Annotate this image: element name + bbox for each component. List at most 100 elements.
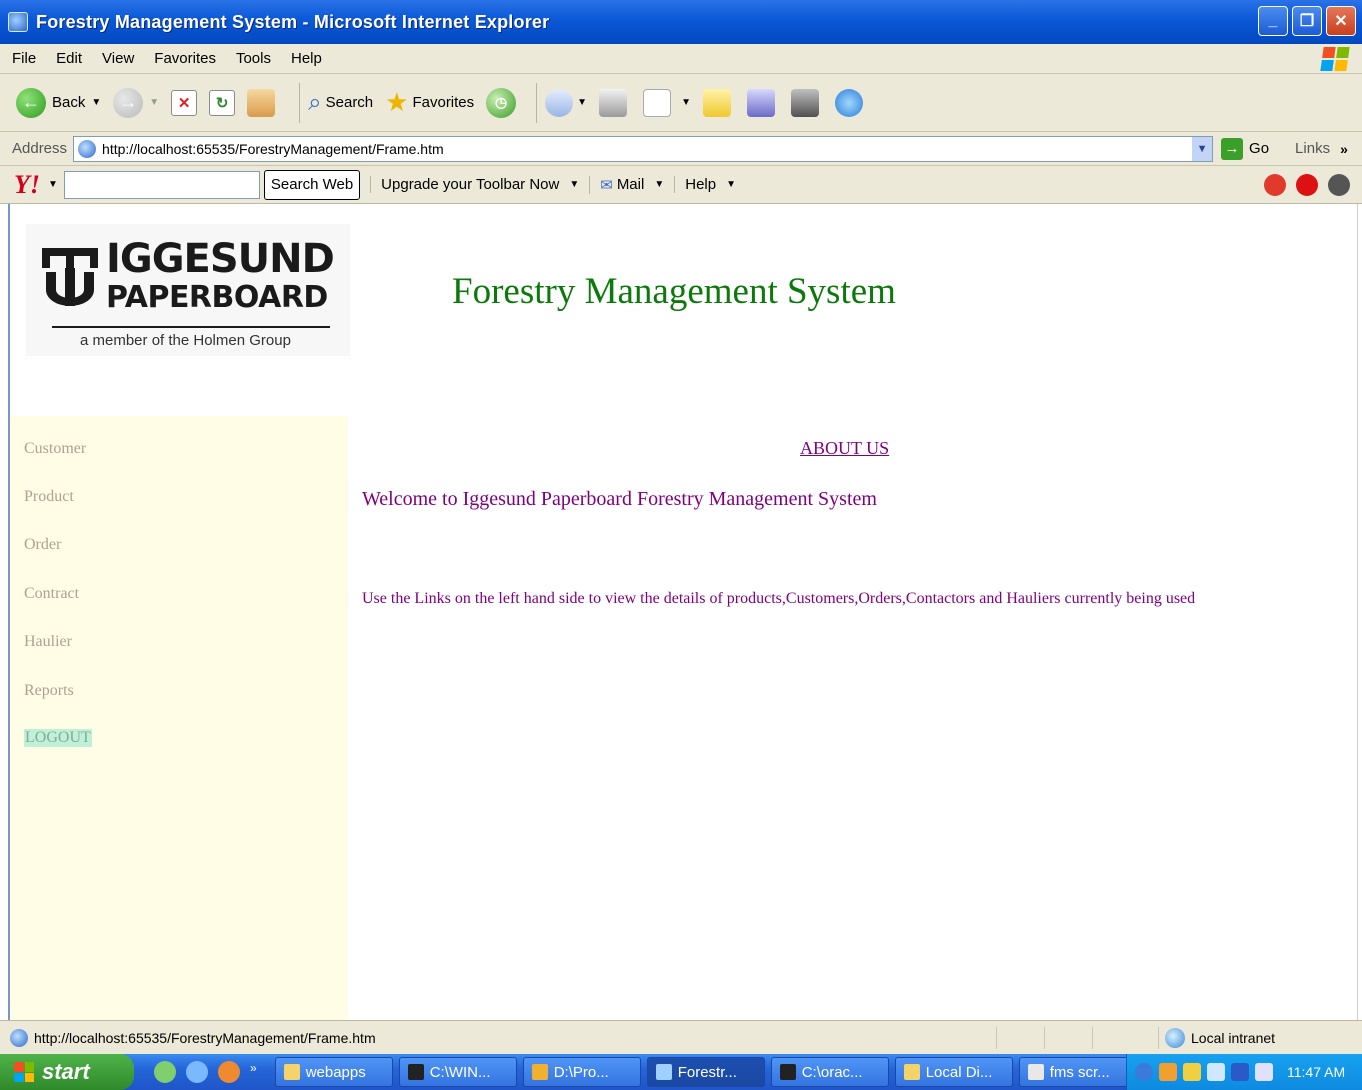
task-label: Forestr...	[677, 1063, 737, 1081]
windows-logo-icon	[14, 1062, 34, 1082]
upgrade-dropdown-icon[interactable]: ▼	[569, 179, 579, 190]
taskbar-item-forestry[interactable]: Forestr...	[646, 1057, 765, 1087]
yahoo-toolbar: Y! ▼ Search Web Upgrade your Toolbar Now…	[0, 166, 1362, 204]
zone-label: Local intranet	[1191, 1030, 1276, 1046]
mail-dropdown-icon[interactable]: ▼	[654, 179, 664, 190]
yahoo-mail-button[interactable]: ✉ Mail ▼	[589, 175, 664, 194]
welcome-message: Welcome to Iggesund Paperboard Forestry …	[362, 488, 877, 510]
yahoo-help-button[interactable]: Help ▼	[674, 176, 736, 193]
windows-flag-icon	[1320, 47, 1350, 71]
nav-product-link[interactable]: Product	[24, 488, 74, 506]
logo-tagline: a member of the Holmen Group	[80, 332, 291, 349]
print-icon	[599, 88, 628, 117]
forward-button[interactable]: → ▼	[113, 87, 159, 118]
mail-dropdown-icon[interactable]: ▼	[577, 97, 587, 108]
edit-dropdown-icon[interactable]: ▼	[681, 97, 691, 108]
close-button[interactable]: ✕	[1326, 6, 1356, 36]
address-label: Address	[12, 140, 68, 157]
go-label: Go	[1249, 140, 1270, 157]
back-button[interactable]: ← Back ▼	[16, 87, 101, 118]
stop-button[interactable]: ✕	[171, 89, 198, 116]
search-web-button[interactable]: Search Web	[263, 169, 361, 200]
back-label: Back	[52, 94, 86, 111]
messenger-icon	[834, 88, 863, 117]
nav-customer-link[interactable]: Customer	[24, 440, 86, 458]
popup-blocker-icon[interactable]	[1264, 174, 1286, 196]
menu-tools[interactable]: Tools	[236, 50, 271, 67]
tray-expand-icon[interactable]	[1135, 1063, 1153, 1081]
nav-reports-link[interactable]: Reports	[24, 682, 74, 700]
menu-help[interactable]: Help	[291, 50, 322, 67]
quicklaunch-more-icon[interactable]: »	[250, 1061, 257, 1083]
browser-viewport: IGGESUND PAPERBOARD a member of the Holm…	[8, 204, 1358, 1020]
research-button[interactable]	[746, 88, 779, 117]
back-dropdown-icon[interactable]: ▼	[91, 97, 101, 108]
address-input[interactable]: http://localhost:65535/ForestryManagemen…	[73, 135, 1214, 162]
tray-network-icon[interactable]	[1207, 1063, 1225, 1081]
favorites-button[interactable]: ★ Favorites	[385, 87, 474, 118]
tray-volume-icon[interactable]	[1255, 1063, 1273, 1081]
quicklaunch-firefox-icon[interactable]	[218, 1061, 240, 1083]
start-button[interactable]: start	[0, 1054, 134, 1090]
go-button[interactable]: → Go	[1221, 137, 1270, 160]
chevron-right-icon[interactable]: »	[1340, 141, 1348, 157]
links-toolbar-button[interactable]: Links	[1295, 140, 1330, 157]
tray-shield-icon[interactable]	[1183, 1063, 1201, 1081]
edit-button[interactable]: ▼	[643, 88, 691, 117]
yahoo-search-input[interactable]	[63, 170, 260, 199]
blocked-icon[interactable]	[1296, 174, 1318, 196]
security-zone[interactable]: Local intranet	[1158, 1027, 1275, 1049]
help-dropdown-icon[interactable]: ▼	[726, 179, 736, 190]
upgrade-label: Upgrade your Toolbar Now	[381, 176, 560, 193]
iggesund-logo: IGGESUND PAPERBOARD a member of the Holm…	[26, 224, 350, 356]
nav-contract-link[interactable]: Contract	[24, 585, 79, 603]
nav-order-link[interactable]: Order	[24, 536, 61, 554]
yahoo-dropdown-icon[interactable]: ▼	[48, 179, 58, 190]
taskbar-item-d-pro[interactable]: D:\Pro...	[522, 1057, 641, 1087]
address-dropdown-icon[interactable]: ▼	[1192, 136, 1213, 161]
media-icon	[790, 88, 819, 117]
about-us-link[interactable]: ABOUT US	[800, 438, 889, 459]
taskbar-item-local-disk[interactable]: Local Di...	[894, 1057, 1013, 1087]
refresh-button[interactable]: ↻	[209, 89, 236, 116]
mail-button[interactable]: ▼	[545, 88, 587, 117]
quicklaunch-app-icon[interactable]	[154, 1061, 176, 1083]
window-title-bar[interactable]: Forestry Management System - Microsoft I…	[0, 0, 1362, 44]
print-button[interactable]	[599, 88, 631, 117]
quicklaunch-ie-icon[interactable]	[186, 1061, 208, 1083]
search-button[interactable]: ⌕ Search	[308, 89, 373, 117]
document-icon	[1027, 1064, 1044, 1080]
taskbar-item-fms-screen[interactable]: fms scr...	[1018, 1057, 1137, 1087]
menu-file[interactable]: File	[12, 50, 36, 67]
word-edit-icon	[643, 88, 672, 117]
restore-button[interactable]: ❐	[1292, 6, 1322, 36]
forward-dropdown-icon[interactable]: ▼	[149, 97, 159, 108]
media-button[interactable]	[790, 88, 823, 117]
taskbar-item-cmd-oracle[interactable]: C:\orac...	[770, 1057, 889, 1087]
taskbar-item-cmd-win[interactable]: C:\WIN...	[398, 1057, 517, 1087]
tray-security-icon[interactable]	[1159, 1063, 1177, 1081]
messenger-button[interactable]	[834, 88, 867, 117]
menu-view[interactable]: View	[102, 50, 134, 67]
clock[interactable]: 11:47 AM	[1287, 1064, 1345, 1080]
antispy-icon[interactable]	[1328, 174, 1350, 196]
yahoo-logo[interactable]: Y!	[14, 170, 40, 200]
status-bar: http://localhost:65535/ForestryManagemen…	[0, 1020, 1362, 1054]
home-button[interactable]	[247, 88, 279, 117]
notes-button[interactable]	[702, 88, 735, 117]
folder-icon	[283, 1064, 300, 1080]
menu-edit[interactable]: Edit	[56, 50, 82, 67]
history-button[interactable]: ◷	[486, 87, 517, 118]
menu-favorites[interactable]: Favorites	[154, 50, 216, 67]
upgrade-toolbar-button[interactable]: Upgrade your Toolbar Now ▼	[370, 176, 579, 193]
page-title: Forestry Management System	[452, 271, 896, 312]
nav-logout-link[interactable]: LOGOUT	[24, 729, 92, 747]
minimize-button[interactable]: _	[1258, 6, 1288, 36]
taskbar-item-webapps[interactable]: webapps	[274, 1057, 393, 1087]
favorites-star-icon: ★	[385, 87, 409, 117]
nav-haulier-link[interactable]: Haulier	[24, 633, 72, 651]
address-url[interactable]: http://localhost:65535/ForestryManagemen…	[102, 141, 444, 157]
tray-app-icon[interactable]	[1231, 1063, 1249, 1081]
forward-arrow-icon: →	[113, 87, 144, 118]
task-label: C:\orac...	[801, 1063, 863, 1081]
